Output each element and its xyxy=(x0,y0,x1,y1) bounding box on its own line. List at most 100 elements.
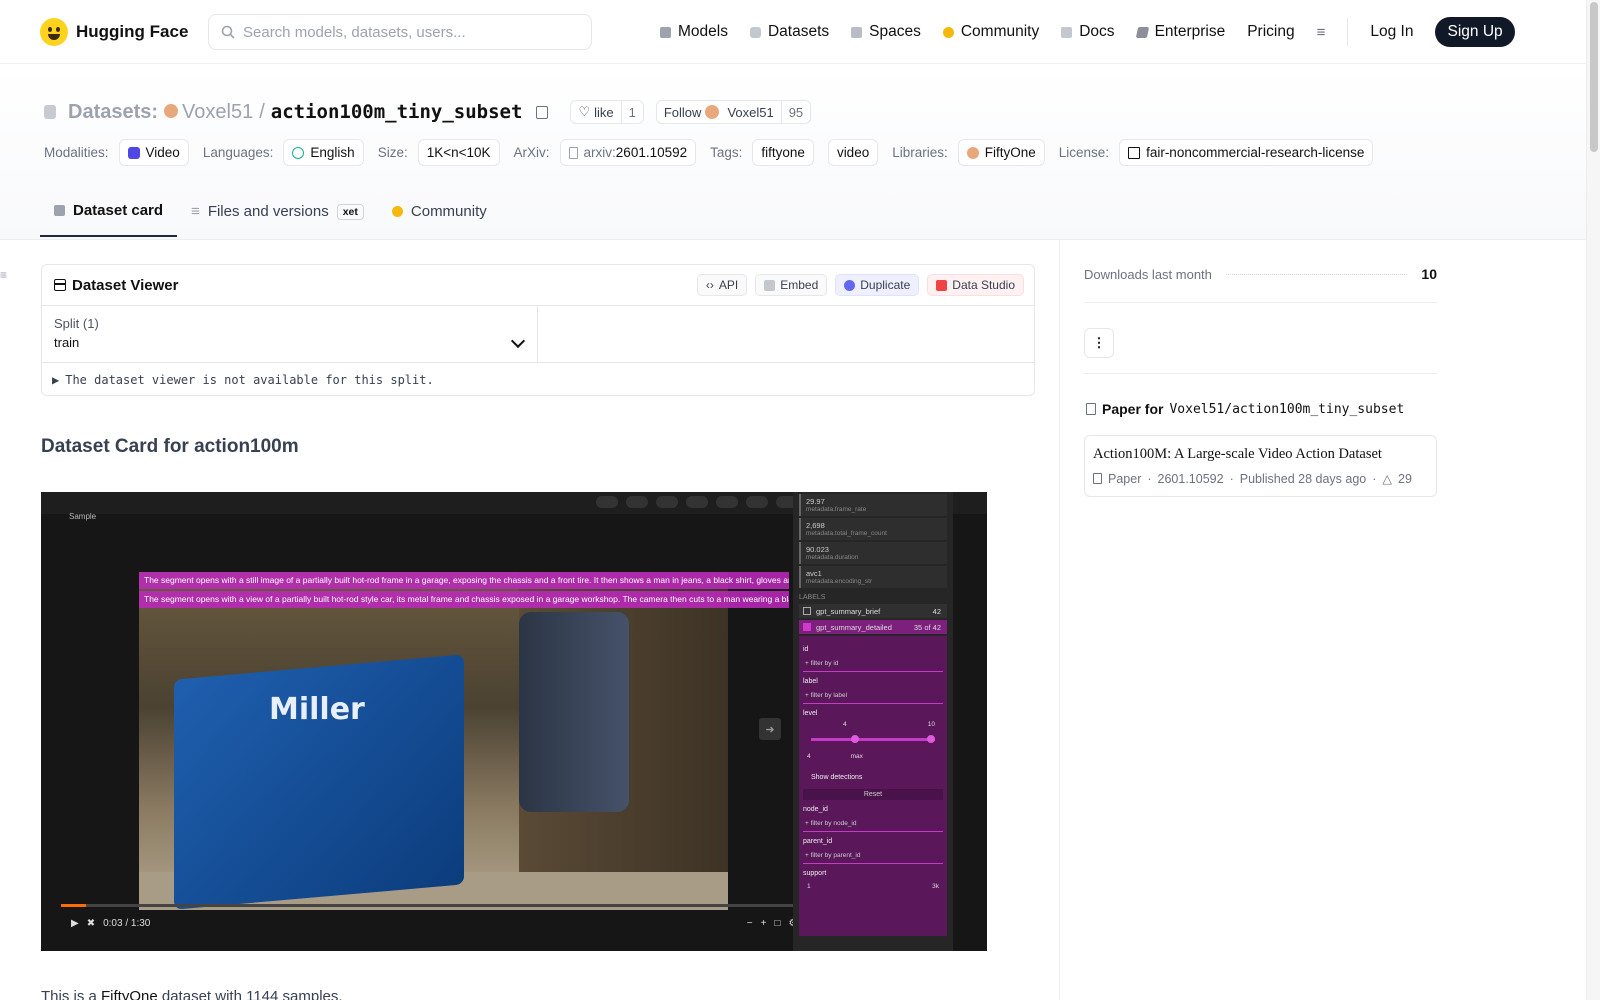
paper-title: Action100M: A Large-scale Video Action D… xyxy=(1093,446,1382,462)
button-label: API xyxy=(718,278,739,292)
nav-docs[interactable]: Docs xyxy=(1061,23,1115,41)
follow-button[interactable]: Follow Voxel51 95 xyxy=(655,100,812,124)
search-input[interactable]: Search models, datasets, users... xyxy=(208,14,592,50)
owner-name: Voxel51 xyxy=(182,100,254,123)
follow-org: Voxel51 xyxy=(727,104,774,120)
tag-fiftyone[interactable]: fiftyone xyxy=(752,139,814,166)
viewer-header: Dataset Viewer ‹› API Embed Duplicate Dat… xyxy=(42,265,1034,306)
tab-files-and-versions[interactable]: ≡ Files and versions xet xyxy=(177,188,378,237)
login-link[interactable]: Log In xyxy=(1370,23,1413,41)
nav-datasets[interactable]: Datasets xyxy=(749,23,829,41)
duplicate-icon xyxy=(844,279,856,291)
nav-label: Enterprise xyxy=(1154,23,1226,40)
hug-icon xyxy=(942,26,954,38)
nav-models[interactable]: Models xyxy=(660,23,728,41)
fiftyone-icon xyxy=(966,146,979,159)
nav-spaces[interactable]: Spaces xyxy=(851,23,921,41)
card-intro: This is a FiftyOne dataset with 1144 sam… xyxy=(41,988,343,1000)
next-arrow-icon: ➜ xyxy=(759,718,781,740)
nav-label: Models xyxy=(678,23,728,40)
tag-modality[interactable]: Video xyxy=(118,139,189,166)
duplicate-button[interactable]: Duplicate xyxy=(835,274,920,296)
license-icon xyxy=(1128,146,1141,159)
tag-text: 1K<n<10K xyxy=(426,145,491,160)
license-label: License: xyxy=(1058,145,1110,160)
fiftyone-link[interactable]: FiftyOne xyxy=(101,988,158,1000)
video-player-controls: ▶✖0:03 / 1:30 −+□⚙? xyxy=(61,904,811,944)
xet-badge: xet xyxy=(336,203,364,220)
tag-text: fair-noncommercial-research-license xyxy=(1146,145,1365,160)
brand-name: Hugging Face xyxy=(76,21,189,41)
label-row: gpt_summary_detailed 35 of 42 xyxy=(799,620,947,634)
copy-icon[interactable] xyxy=(536,105,549,119)
minus-icon: − xyxy=(746,918,753,929)
like-button[interactable]: ♡ like 1 xyxy=(570,100,644,124)
more-options-button[interactable]: ⋮ xyxy=(1084,328,1114,358)
like-label: like xyxy=(594,104,614,120)
spaces-icon xyxy=(851,26,863,38)
repo-header: Datasets: Voxel51 / action100m_tiny_subs… xyxy=(0,64,1586,240)
nav-pricing[interactable]: Pricing xyxy=(1247,23,1294,41)
button-label: Embed xyxy=(780,278,819,292)
tab-dataset-card[interactable]: Dataset card xyxy=(40,188,178,237)
repo-title: Datasets: Voxel51 / action100m_tiny_subs… xyxy=(44,100,812,124)
modalities-label: Modalities: xyxy=(44,145,109,160)
downloads-count: 10 xyxy=(1421,266,1437,282)
dataset-name[interactable]: action100m_tiny_subset xyxy=(271,101,523,123)
tag-language[interactable]: English xyxy=(283,139,364,166)
nav-community[interactable]: Community xyxy=(942,23,1039,41)
page-scrollbar[interactable] xyxy=(1586,0,1600,1000)
play-icon: ▶ xyxy=(71,918,79,929)
embed-button[interactable]: Embed xyxy=(755,274,828,296)
more-menu-icon[interactable]: ≡ xyxy=(1317,24,1326,41)
tag-video[interactable]: video xyxy=(827,139,879,166)
tag-size[interactable]: 1K<n<10K xyxy=(417,139,500,166)
tag-license[interactable]: fair-noncommercial-research-license xyxy=(1119,139,1374,166)
divider xyxy=(1084,302,1437,303)
split-select[interactable]: Split (1) train xyxy=(42,306,538,362)
document-icon xyxy=(568,146,578,159)
size-label: Size: xyxy=(377,145,408,160)
tab-label: Community xyxy=(410,203,487,220)
tag-arxiv[interactable]: arxiv: 2601.10592 xyxy=(559,139,697,166)
section-label[interactable]: Datasets: xyxy=(68,101,158,124)
downloads-stat: Downloads last month 10 xyxy=(1084,266,1437,282)
player-time: ▶ ✖ 0:03 / 1:30 xyxy=(71,918,150,929)
stat-row: 29.97 metadata.frame_rate xyxy=(799,494,947,516)
viewer-unavailable-note[interactable]: ▶ The dataset viewer is not available for… xyxy=(42,362,1034,396)
machine-brand-text: Miller xyxy=(269,692,365,727)
arxiv-prefix: arxiv: xyxy=(583,145,616,160)
table-icon xyxy=(54,279,66,291)
brand-logo[interactable]: Hugging Face xyxy=(40,17,189,46)
tags-label: Tags: xyxy=(710,145,743,160)
sidebar-toggle-icon[interactable]: ≡ xyxy=(0,268,7,282)
nav-label: Docs xyxy=(1079,23,1115,40)
nav-label: Spaces xyxy=(869,23,921,40)
enterprise-icon xyxy=(1135,26,1149,38)
paper-card[interactable]: Action100M: A Large-scale Video Action D… xyxy=(1084,435,1437,497)
globe-icon xyxy=(292,146,305,159)
signup-button[interactable]: Sign Up xyxy=(1435,17,1515,47)
database-icon xyxy=(44,105,56,119)
search-icon xyxy=(221,25,235,39)
owner-link[interactable]: Voxel51 xyxy=(164,101,253,124)
labels-heading: LABELS xyxy=(799,594,826,601)
viewer-title-text: Dataset Viewer xyxy=(72,276,179,294)
upvote-icon: △ xyxy=(1382,472,1393,486)
api-button[interactable]: ‹› API xyxy=(696,274,748,296)
tag-text: Video xyxy=(145,145,180,160)
arxiv-label: ArXiv: xyxy=(513,145,550,160)
search-placeholder: Search models, datasets, users... xyxy=(243,23,466,41)
video-progress xyxy=(61,904,811,907)
files-icon: ≡ xyxy=(191,203,200,220)
video-frame: Miller xyxy=(139,572,728,910)
follow-label: Follow xyxy=(663,104,702,120)
scrollbar-thumb[interactable] xyxy=(1590,2,1598,152)
metadata-tags: Modalities: Video Languages: English Siz… xyxy=(44,139,1377,166)
hug-icon xyxy=(391,206,403,217)
data-studio-button[interactable]: Data Studio xyxy=(927,274,1024,296)
tab-community[interactable]: Community xyxy=(378,188,501,237)
upvote-count: 29 xyxy=(1398,471,1412,486)
nav-enterprise[interactable]: Enterprise xyxy=(1135,23,1226,41)
tag-library[interactable]: FiftyOne xyxy=(957,139,1045,166)
